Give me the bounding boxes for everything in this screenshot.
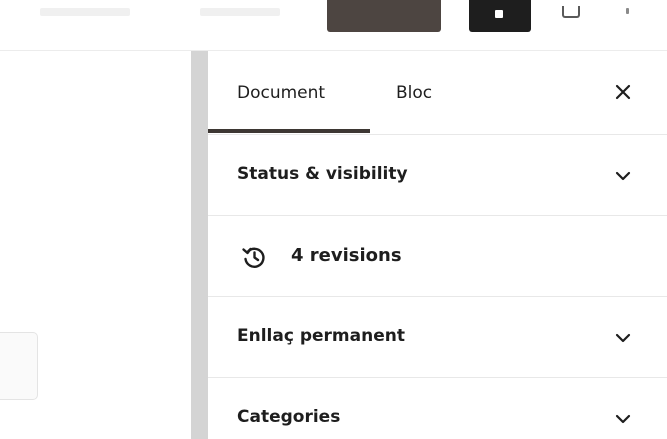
revisions-link[interactable]: 4 revisions xyxy=(208,216,667,297)
panel-title: Enllaç permanent xyxy=(237,326,405,346)
toolbar-faint-item xyxy=(200,8,280,16)
chevron-down-icon[interactable] xyxy=(612,408,634,430)
editor-window: Document Bloc Status & visibility 4 revi… xyxy=(0,0,667,439)
panel-status-visibility[interactable]: Status & visibility xyxy=(208,135,667,216)
tab-document[interactable]: Document xyxy=(237,83,325,103)
panel-categories[interactable]: Categories xyxy=(208,378,667,439)
sidebar-tabs: Document Bloc xyxy=(208,51,667,135)
panel-title: Categories xyxy=(237,407,341,427)
settings-sidebar: Document Bloc Status & visibility 4 revi… xyxy=(208,51,667,439)
close-icon[interactable] xyxy=(612,81,634,103)
active-tab-indicator xyxy=(208,129,370,133)
chevron-down-icon[interactable] xyxy=(612,327,634,349)
more-vertical-icon[interactable] xyxy=(626,8,629,14)
panel-title: Status & visibility xyxy=(237,164,408,184)
history-icon xyxy=(240,243,268,271)
editor-canvas[interactable] xyxy=(0,51,191,439)
panel-permalink[interactable]: Enllaç permanent xyxy=(208,297,667,378)
update-button-icon xyxy=(495,10,503,18)
editor-block[interactable] xyxy=(0,332,38,400)
editor-scrollbar[interactable] xyxy=(191,51,208,439)
preview-button[interactable] xyxy=(327,0,441,32)
tab-bloc[interactable]: Bloc xyxy=(396,83,432,103)
revisions-label: 4 revisions xyxy=(291,245,402,266)
settings-icon[interactable] xyxy=(562,6,580,18)
chevron-down-icon[interactable] xyxy=(612,165,634,187)
top-toolbar xyxy=(0,0,667,51)
toolbar-faint-item xyxy=(40,8,130,16)
update-button[interactable] xyxy=(469,0,531,32)
